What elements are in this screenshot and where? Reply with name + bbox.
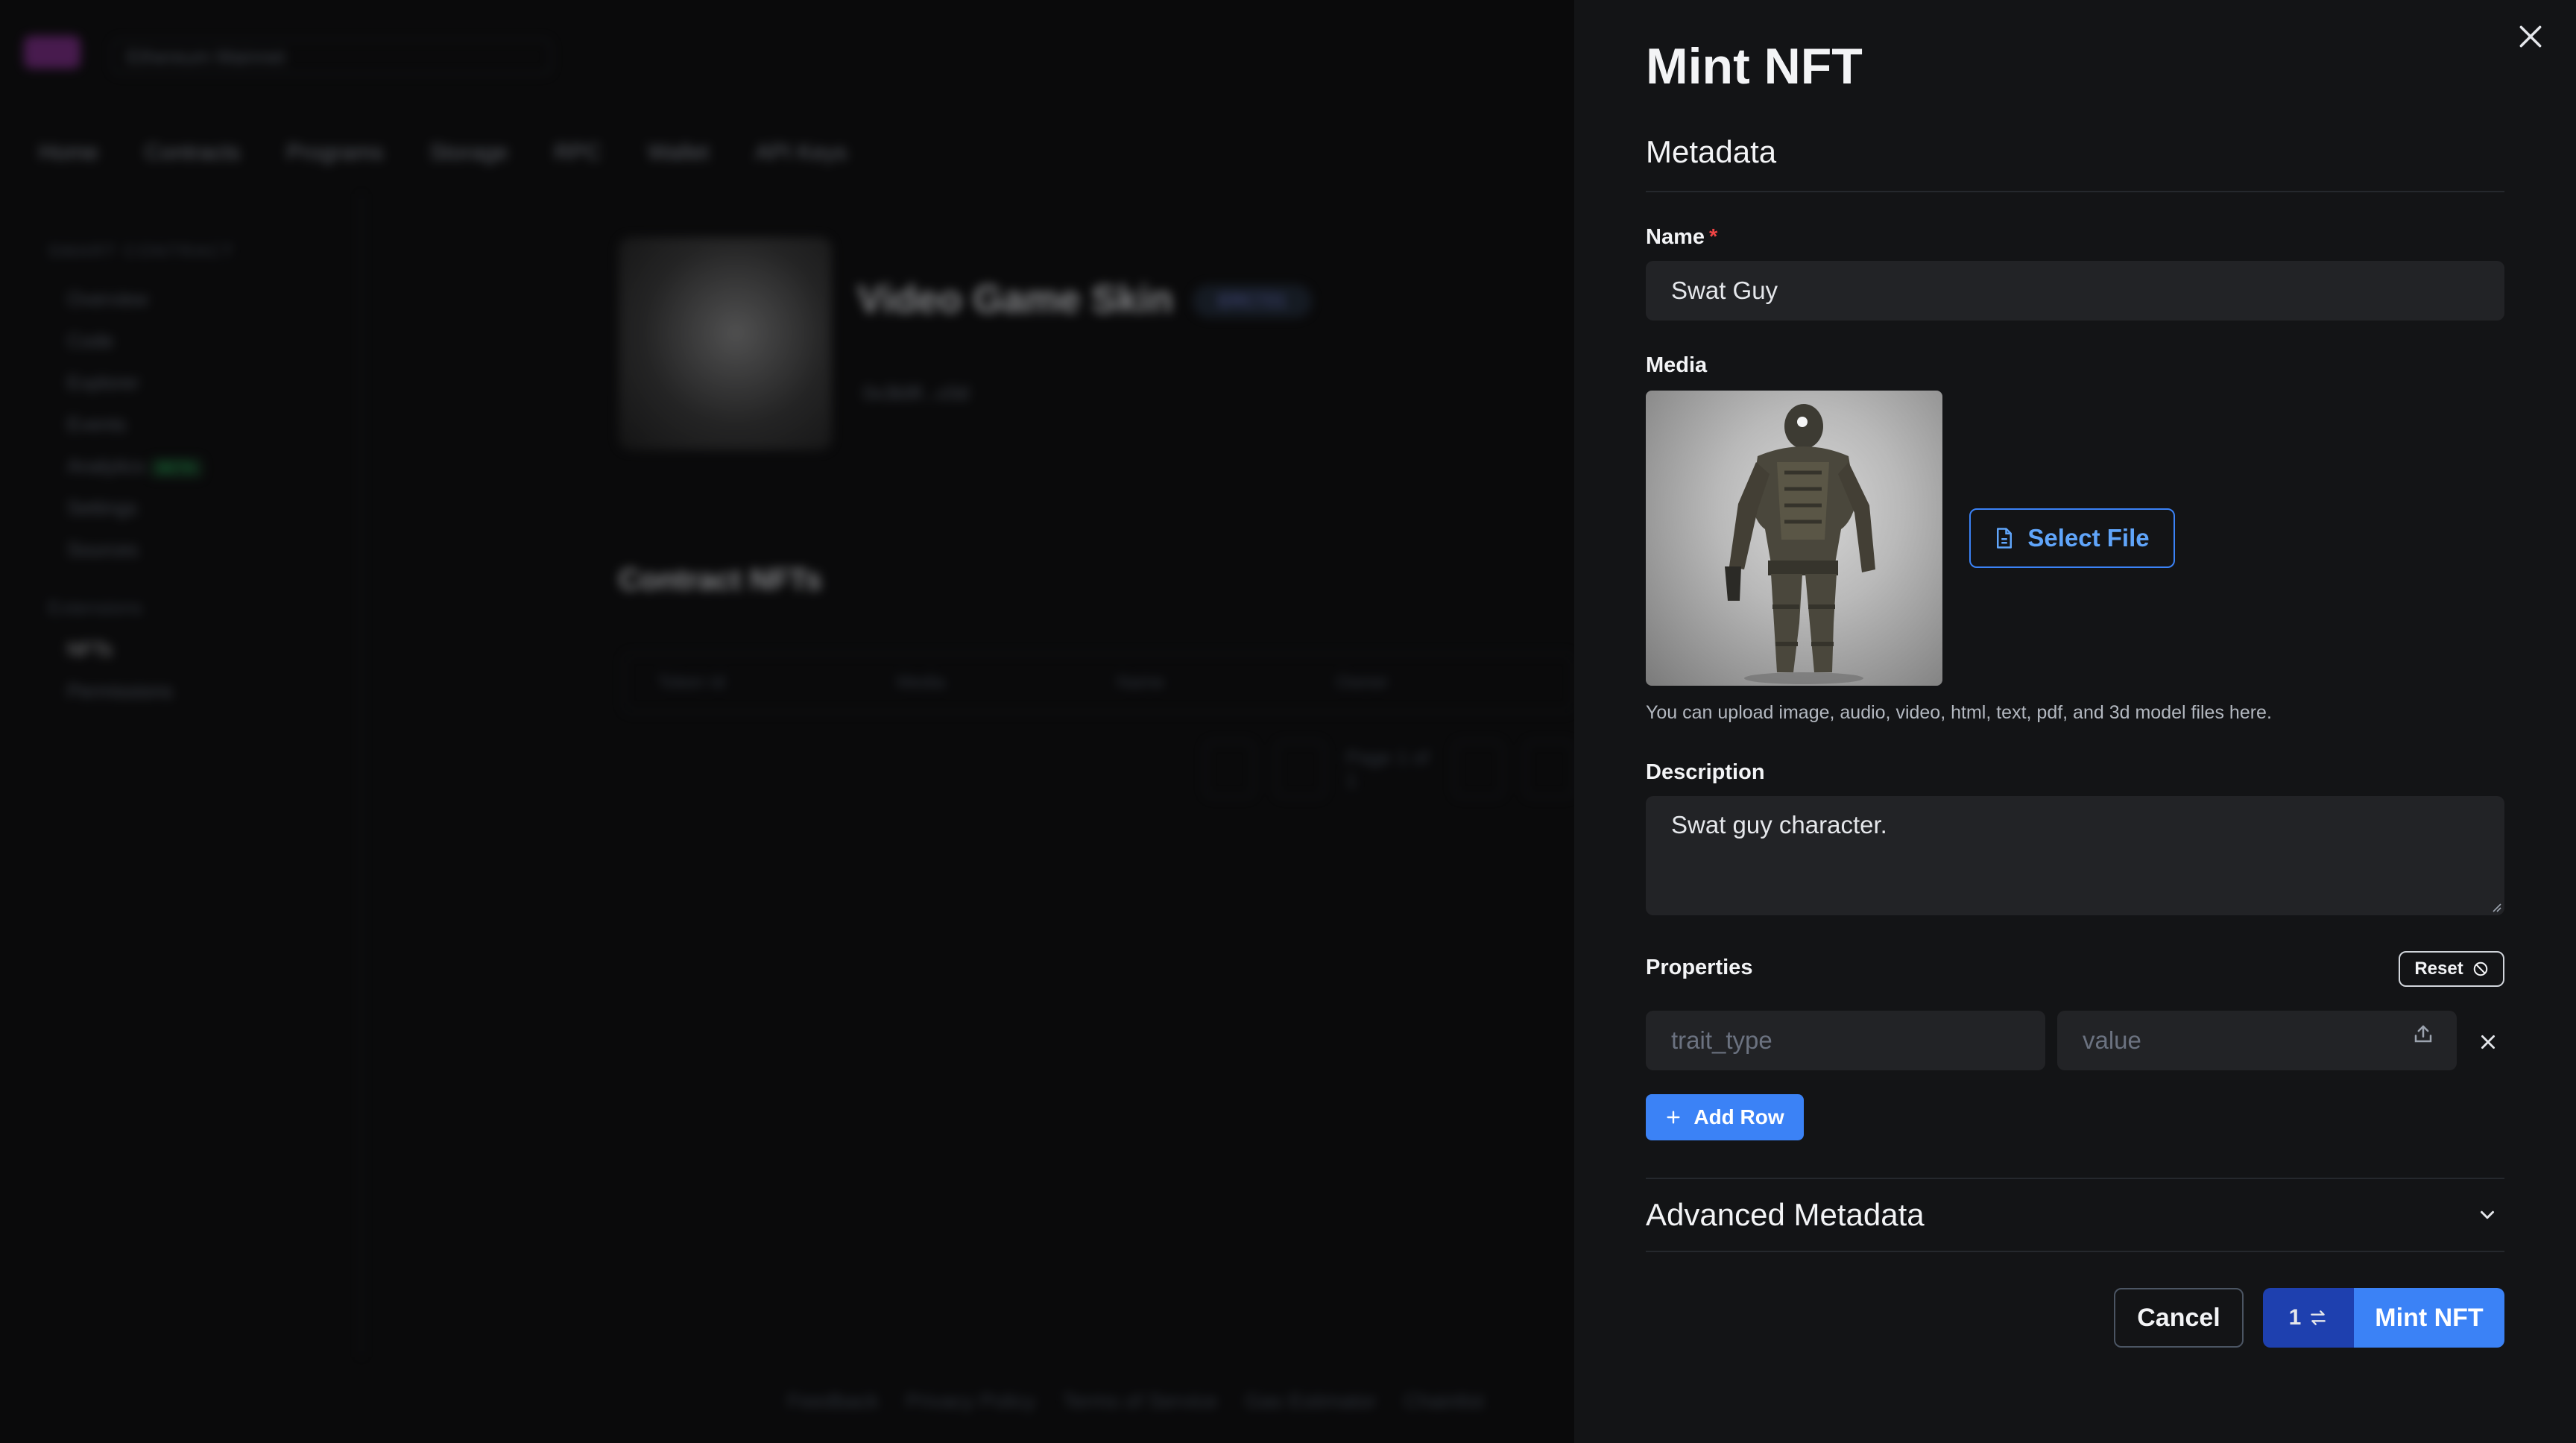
name-input[interactable]: Swat Guy: [1646, 261, 2504, 321]
sidebar-item: Settings: [67, 496, 137, 519]
properties-label: Properties: [1646, 956, 1753, 979]
pager-button: [1205, 741, 1254, 798]
description-label: Description: [1646, 760, 1765, 784]
footer-link: Privacy Policy: [905, 1389, 1036, 1412]
pager: Page 1 of 1: [1205, 741, 1574, 798]
pager-button: [1275, 741, 1325, 798]
name-label: Name *: [1646, 225, 1718, 249]
sidebar-item: Analytics BETA: [48, 455, 331, 496]
swap-icon: [2311, 1310, 2326, 1325]
select-file-button[interactable]: Select File: [1969, 508, 2175, 568]
remove-icon: [2481, 1035, 2495, 1049]
nav-tab: Programs: [286, 140, 384, 165]
nav-tab: API Keys: [755, 140, 847, 165]
background-app: Ethereum Mainnet Home Contracts Programs…: [0, 0, 1574, 1443]
sidebar-item: Sources: [67, 538, 139, 561]
trait-type-input[interactable]: trait_type: [1646, 1011, 2045, 1070]
sidebar-item: NFTs: [67, 638, 113, 660]
sidebar-item: Permissions: [67, 680, 173, 702]
beta-badge: BETA: [150, 458, 203, 478]
advanced-metadata-label: Advanced Metadata: [1646, 1197, 1925, 1232]
media-preview: [1646, 391, 1942, 686]
sidebar-item-label: Analytics: [67, 455, 145, 477]
footer-link: Terms of Service: [1062, 1389, 1218, 1412]
table-header: Owner: [1336, 672, 1389, 692]
sidebar-item: Explorer: [67, 371, 139, 394]
divider: [1646, 191, 2504, 192]
nav-tab: Home: [39, 140, 99, 165]
nft-table-header: Token Id Media Name Owner: [623, 653, 1574, 713]
footer-link: Gas Estimator: [1244, 1389, 1377, 1412]
contract-title: Video Game Skin: [857, 278, 1173, 321]
sidebar-item: Code: [67, 329, 114, 352]
metadata-heading: Metadata: [1646, 134, 1777, 169]
mint-nft-button[interactable]: Mint NFT: [2354, 1288, 2504, 1348]
resize-grip-icon[interactable]: [2490, 900, 2501, 912]
nav-tab: Wallet: [647, 140, 710, 165]
chevron-down-icon: [2481, 1210, 2494, 1219]
nav-tab: Storage: [429, 140, 508, 165]
select-file-label: Select File: [2027, 524, 2150, 552]
pager-button: [1524, 741, 1574, 798]
plus-icon: [1667, 1111, 1680, 1124]
contract-thumbnail: [619, 237, 832, 450]
media-label: Media: [1646, 353, 1708, 377]
close-icon: [2519, 25, 2542, 48]
app-logo: [24, 36, 80, 69]
media-hint: You can upload image, audio, video, html…: [1646, 702, 2272, 723]
sidebar-item: Events: [67, 413, 127, 435]
section-title: Contract NFTs: [619, 563, 822, 596]
top-nav: Home Contracts Programs Storage RPC Wall…: [39, 140, 847, 165]
add-row-button[interactable]: Add Row: [1646, 1094, 1804, 1140]
file-icon: [1997, 528, 2012, 549]
description-textarea[interactable]: Swat guy character.: [1646, 796, 2504, 915]
reset-icon: [2473, 962, 2487, 976]
table-header: Token Id: [657, 672, 725, 692]
sidebar-group: Extensions: [48, 596, 143, 619]
add-row-label: Add Row: [1693, 1105, 1784, 1128]
remove-row-button[interactable]: [2473, 1027, 2503, 1057]
required-marker: *: [1709, 225, 1718, 249]
soldier-figure: [1725, 404, 1875, 684]
drawer-title: Mint NFT: [1646, 38, 1863, 95]
footer-link: Feedback: [787, 1389, 879, 1412]
chain-selector: Ethereum Mainnet: [112, 39, 552, 75]
trait-value-input[interactable]: value: [2057, 1011, 2457, 1070]
sidebar-heading: SMART CONTRACT: [48, 241, 236, 262]
close-button[interactable]: [2507, 13, 2554, 60]
reset-label: Reset: [2414, 959, 2463, 979]
cancel-button[interactable]: Cancel: [2114, 1288, 2244, 1348]
table-header: Media: [896, 672, 946, 692]
sidebar-divider: [361, 194, 362, 1357]
contract-address: 0x3b9f...c0d: [863, 382, 969, 404]
sidebar: SMART CONTRACT Overview Code Explorer Ev…: [48, 241, 331, 722]
footer-link: Chainlist: [1404, 1389, 1484, 1412]
advanced-metadata-toggle[interactable]: Advanced Metadata: [1646, 1178, 2504, 1252]
nav-tab: RPC: [554, 140, 602, 165]
mint-nft-drawer: Mint NFT Metadata Name* Swat Guy Media: [1574, 0, 2576, 1443]
quantity-value: 1: [2288, 1305, 2302, 1330]
description-value: Swat guy character.: [1671, 811, 1887, 839]
pager-button: [1453, 741, 1504, 798]
contract-badge: ERC721: [1193, 285, 1312, 318]
footer-links: Feedback Privacy Policy Terms of Service…: [787, 1389, 1484, 1413]
nav-tab: Contracts: [145, 140, 241, 165]
pager-label: Page 1 of 1: [1345, 746, 1430, 792]
upload-icon[interactable]: [2412, 1023, 2434, 1045]
table-header: Name: [1117, 672, 1165, 692]
quantity-button[interactable]: 1: [2263, 1288, 2354, 1348]
trait-value-placeholder: value: [2083, 1026, 2141, 1054]
sidebar-item: Overview: [67, 288, 148, 310]
reset-button[interactable]: Reset: [2399, 951, 2504, 987]
